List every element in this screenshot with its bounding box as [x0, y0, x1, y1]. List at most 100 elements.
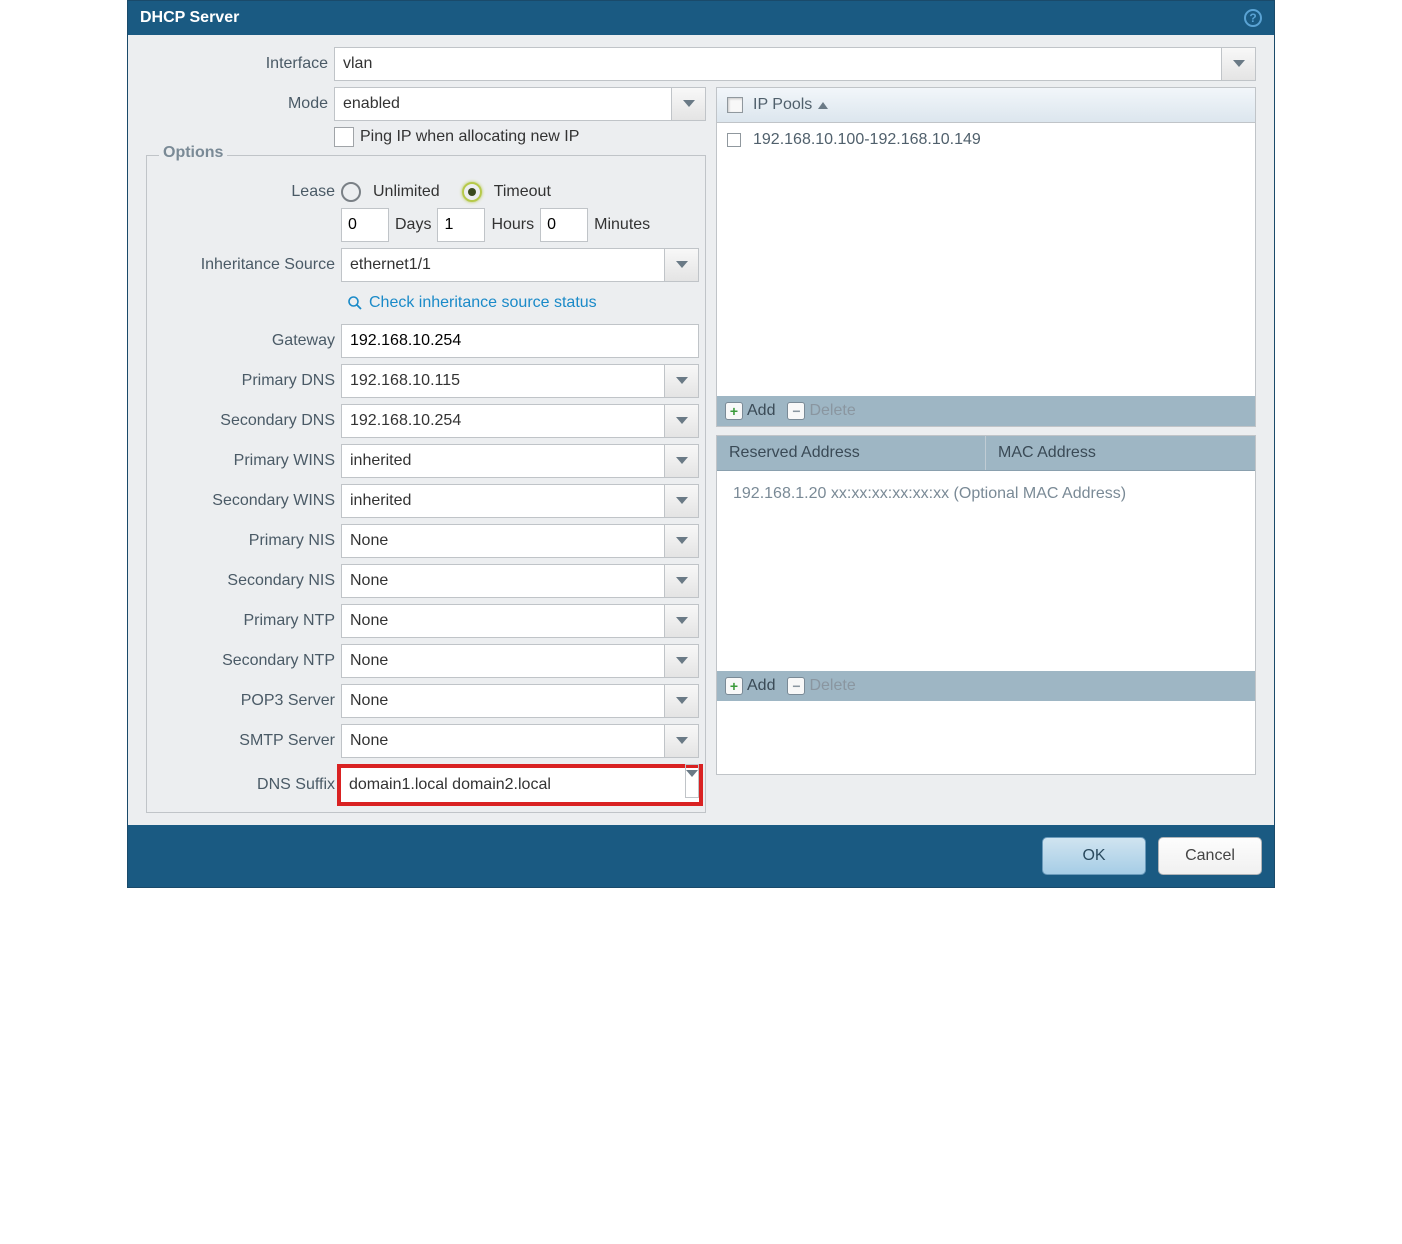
ip-pool-row[interactable]: 192.168.10.100-192.168.10.149 — [717, 123, 1255, 157]
chevron-down-icon[interactable] — [664, 725, 698, 757]
primary-wins-combo[interactable]: inherited — [341, 444, 699, 478]
dns-suffix-label: DNS Suffix — [153, 776, 341, 794]
smtp-label: SMTP Server — [153, 732, 341, 750]
primary-wins-value: inherited — [342, 452, 664, 470]
reserved-toolbar: + Add − Delete — [717, 671, 1255, 701]
ip-pools-panel: IP Pools 192.168.10.100-192.168.10.149 — [716, 87, 1256, 427]
add-label: Add — [747, 677, 775, 695]
reserved-add-button[interactable]: + Add — [725, 677, 775, 695]
primary-dns-label: Primary DNS — [153, 372, 341, 390]
chevron-down-icon[interactable] — [664, 365, 698, 397]
minus-icon: − — [787, 677, 805, 695]
primary-dns-value: 192.168.10.115 — [342, 372, 664, 390]
sort-ascending-icon — [818, 96, 828, 114]
minus-icon: − — [787, 402, 805, 420]
secondary-nis-combo[interactable]: None — [341, 564, 699, 598]
secondary-ntp-label: Secondary NTP — [153, 652, 341, 670]
left-column: Mode enabled Ping IP when — [146, 87, 706, 813]
lease-minutes-input[interactable] — [540, 208, 588, 242]
chevron-down-icon[interactable] — [664, 605, 698, 637]
smtp-value: None — [342, 732, 664, 750]
chevron-down-icon[interactable] — [664, 249, 698, 281]
options-fieldset: Options Lease Unlimited Timeout — [146, 155, 706, 813]
ip-pools-toolbar: + Add − Delete — [717, 396, 1255, 426]
reserved-header: Reserved Address MAC Address — [717, 436, 1255, 471]
title-bar: DHCP Server ? — [128, 1, 1274, 35]
lease-label: Lease — [153, 183, 341, 201]
secondary-dns-value: 192.168.10.254 — [342, 412, 664, 430]
chevron-down-icon[interactable] — [1221, 48, 1255, 80]
primary-nis-combo[interactable]: None — [341, 524, 699, 558]
mode-combo[interactable]: enabled — [334, 87, 706, 121]
ping-ip-checkbox[interactable] — [334, 127, 354, 147]
check-inheritance-link[interactable]: Check inheritance source status — [153, 288, 699, 324]
window-title: DHCP Server — [140, 9, 239, 27]
chevron-down-icon[interactable] — [664, 685, 698, 717]
ip-pools-header-checkbox[interactable] — [727, 97, 743, 113]
ip-pools-delete-button[interactable]: − Delete — [787, 402, 855, 420]
ping-ip-label: Ping IP when allocating new IP — [360, 128, 579, 146]
gateway-label: Gateway — [153, 332, 341, 350]
reserved-address-col[interactable]: Reserved Address — [717, 436, 986, 470]
mac-address-col[interactable]: MAC Address — [986, 436, 1255, 470]
chevron-down-icon[interactable] — [664, 525, 698, 557]
chevron-down-icon[interactable] — [671, 88, 705, 120]
help-icon[interactable]: ? — [1244, 9, 1262, 27]
inheritance-source-value: ethernet1/1 — [342, 256, 664, 274]
secondary-wins-combo[interactable]: inherited — [341, 484, 699, 518]
dns-suffix-highlight: domain1.local domain2.local — [337, 764, 703, 806]
options-legend: Options — [159, 144, 227, 162]
lease-hours-input[interactable] — [437, 208, 485, 242]
primary-nis-value: None — [342, 532, 664, 550]
cancel-button[interactable]: Cancel — [1158, 837, 1262, 875]
dns-suffix-value: domain1.local domain2.local — [341, 776, 699, 794]
lease-timeout-label: Timeout — [494, 183, 551, 201]
reserved-delete-button[interactable]: − Delete — [787, 677, 855, 695]
chevron-down-icon[interactable] — [664, 565, 698, 597]
ip-pools-add-button[interactable]: + Add — [725, 402, 775, 420]
delete-label: Delete — [809, 402, 855, 420]
chevron-down-icon[interactable] — [685, 764, 699, 798]
add-label: Add — [747, 402, 775, 420]
plus-icon: + — [725, 402, 743, 420]
secondary-dns-combo[interactable]: 192.168.10.254 — [341, 404, 699, 438]
secondary-dns-label: Secondary DNS — [153, 412, 341, 430]
primary-nis-label: Primary NIS — [153, 532, 341, 550]
secondary-ntp-combo[interactable]: None — [341, 644, 699, 678]
smtp-combo[interactable]: None — [341, 724, 699, 758]
ip-pools-body: 192.168.10.100-192.168.10.149 — [717, 123, 1255, 396]
lease-days-input[interactable] — [341, 208, 389, 242]
chevron-down-icon[interactable] — [664, 485, 698, 517]
secondary-nis-value: None — [342, 572, 664, 590]
inheritance-source-combo[interactable]: ethernet1/1 — [341, 248, 699, 282]
secondary-ntp-value: None — [342, 652, 664, 670]
chevron-down-icon[interactable] — [664, 445, 698, 477]
plus-icon: + — [725, 677, 743, 695]
dns-suffix-combo[interactable]: domain1.local domain2.local — [341, 768, 699, 802]
dhcp-server-dialog: DHCP Server ? Interface vlan Mode — [127, 0, 1275, 888]
ip-pool-value: 192.168.10.100-192.168.10.149 — [753, 131, 981, 149]
pop3-combo[interactable]: None — [341, 684, 699, 718]
secondary-nis-label: Secondary NIS — [153, 572, 341, 590]
ip-pool-row-checkbox[interactable] — [727, 133, 741, 147]
primary-ntp-combo[interactable]: None — [341, 604, 699, 638]
mode-label: Mode — [146, 95, 334, 113]
dialog-body: Interface vlan Mode enabled — [128, 35, 1274, 825]
lease-timeout-radio[interactable] — [462, 182, 482, 202]
pop3-label: POP3 Server — [153, 692, 341, 710]
ok-button[interactable]: OK — [1042, 837, 1146, 875]
magnifier-icon — [347, 295, 363, 311]
reserved-placeholder: 192.168.1.20 xx:xx:xx:xx:xx:xx (Optional… — [733, 485, 1126, 502]
primary-dns-combo[interactable]: 192.168.10.115 — [341, 364, 699, 398]
pop3-value: None — [342, 692, 664, 710]
lease-unlimited-radio[interactable] — [341, 182, 361, 202]
chevron-down-icon[interactable] — [664, 645, 698, 677]
secondary-wins-value: inherited — [342, 492, 664, 510]
ip-pools-title: IP Pools — [753, 96, 812, 114]
ip-pools-header[interactable]: IP Pools — [717, 88, 1255, 123]
chevron-down-icon[interactable] — [664, 405, 698, 437]
interface-combo[interactable]: vlan — [334, 47, 1256, 81]
gateway-input[interactable] — [341, 324, 699, 358]
secondary-wins-label: Secondary WINS — [153, 492, 341, 510]
lease-unlimited-label: Unlimited — [373, 183, 440, 201]
